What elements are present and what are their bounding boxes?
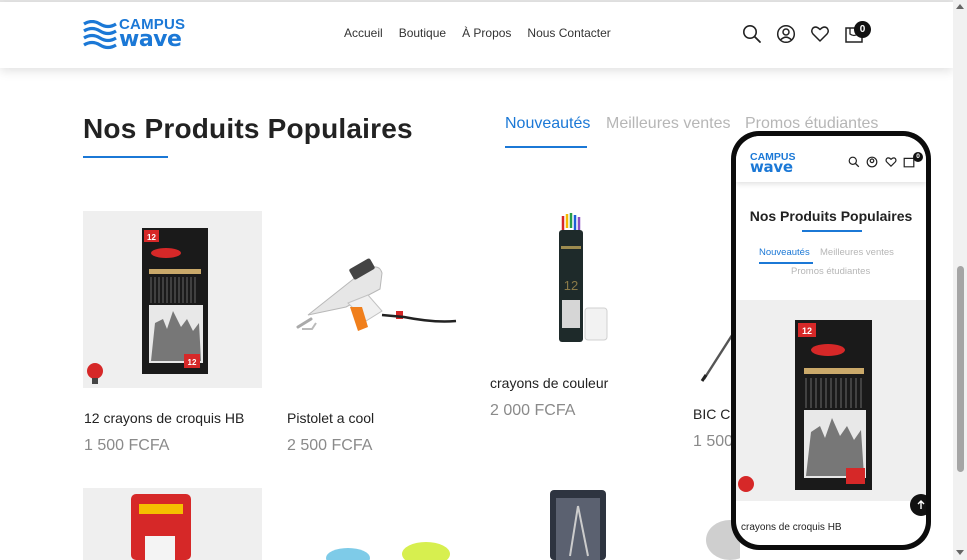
campus-wave-logo[interactable]: CAMPUS wave bbox=[83, 17, 188, 53]
svg-text:12: 12 bbox=[564, 278, 578, 293]
main-nav: Accueil Boutique À Propos Nous Contacter bbox=[344, 26, 627, 40]
product-name[interactable]: BIC C bbox=[693, 406, 730, 422]
tab-meilleures-ventes[interactable]: Meilleures ventes bbox=[606, 115, 731, 133]
search-icon[interactable] bbox=[848, 156, 860, 168]
section-title-underline bbox=[83, 156, 168, 158]
cart-count-badge: 0 bbox=[854, 21, 871, 38]
mobile-tab-nouveautes[interactable]: Nouveautés bbox=[759, 247, 810, 258]
svg-text:12: 12 bbox=[147, 233, 156, 242]
mobile-section-title: Nos Produits Populaires bbox=[749, 208, 913, 224]
nav-accueil[interactable]: Accueil bbox=[344, 26, 383, 40]
product-price: 2 000 FCFA bbox=[490, 402, 576, 419]
tape-dispenser-product-image[interactable] bbox=[286, 488, 465, 560]
scroll-to-top-button[interactable] bbox=[910, 494, 926, 516]
product-name[interactable]: crayons de couleur bbox=[490, 375, 608, 391]
nav-a-propos[interactable]: À Propos bbox=[462, 26, 511, 40]
mobile-cart-count-badge: 0 bbox=[913, 152, 923, 162]
scroll-down-arrow-icon[interactable] bbox=[956, 550, 964, 555]
user-icon[interactable] bbox=[776, 24, 796, 44]
sketching-pencils-product-image[interactable]: 12 12 bbox=[83, 211, 262, 388]
mobile-logo[interactable]: CAMPUS wave bbox=[750, 152, 820, 176]
heart-icon[interactable] bbox=[810, 24, 830, 44]
tab-nouveautes[interactable]: Nouveautés bbox=[505, 115, 590, 133]
compass-set-product-image[interactable] bbox=[500, 488, 658, 560]
active-tab-underline bbox=[505, 146, 587, 148]
mobile-active-tab-underline bbox=[759, 262, 813, 264]
product-name[interactable]: Pistolet a cool bbox=[287, 410, 374, 426]
product-name[interactable]: 12 crayons de croquis HB bbox=[84, 410, 244, 426]
mobile-sketching-pencils-image[interactable]: 12 bbox=[736, 300, 926, 501]
arrow-up-icon bbox=[917, 500, 925, 509]
scroll-up-arrow-icon[interactable] bbox=[956, 4, 964, 9]
nav-boutique[interactable]: Boutique bbox=[399, 26, 446, 40]
page: CAMPUS wave Accueil Boutique À Propos No… bbox=[0, 0, 953, 560]
site-header: CAMPUS wave Accueil Boutique À Propos No… bbox=[0, 2, 953, 68]
heart-icon[interactable] bbox=[885, 156, 897, 168]
scrollbar-thumb[interactable] bbox=[957, 266, 964, 472]
nav-nous-contacter[interactable]: Nous Contacter bbox=[527, 26, 610, 40]
glue-gun-product-image[interactable] bbox=[286, 211, 465, 388]
product-price: 1 500 FCFA bbox=[84, 437, 170, 454]
mobile-header: CAMPUS wave 0 bbox=[736, 136, 926, 182]
mobile-tab-meilleures-ventes[interactable]: Meilleures ventes bbox=[820, 247, 894, 258]
mobile-product-name[interactable]: crayons de croquis HB bbox=[741, 522, 842, 533]
mobile-screen: CAMPUS wave 0 Nos Produits Populaires No… bbox=[736, 136, 926, 545]
svg-text:12: 12 bbox=[188, 358, 197, 367]
mobile-title-underline bbox=[802, 230, 862, 232]
color-pencils-product-image[interactable]: 12 bbox=[489, 200, 668, 358]
glue-stick-product-image[interactable] bbox=[83, 488, 262, 560]
section-title: Nos Produits Populaires bbox=[83, 113, 413, 144]
wave-logo-icon bbox=[83, 20, 117, 50]
product-price: 1 500 bbox=[693, 433, 734, 450]
logo-text-wave: wave bbox=[119, 27, 182, 52]
mobile-tab-promos-etudiantes[interactable]: Promos étudiantes bbox=[791, 266, 870, 277]
user-icon[interactable] bbox=[866, 156, 878, 168]
mobile-preview: CAMPUS wave 0 Nos Produits Populaires No… bbox=[731, 131, 931, 550]
product-price: 2 500 FCFA bbox=[287, 437, 373, 454]
search-icon[interactable] bbox=[742, 24, 762, 44]
svg-text:12: 12 bbox=[802, 326, 812, 336]
mobile-logo-text-wave: wave bbox=[750, 158, 793, 176]
